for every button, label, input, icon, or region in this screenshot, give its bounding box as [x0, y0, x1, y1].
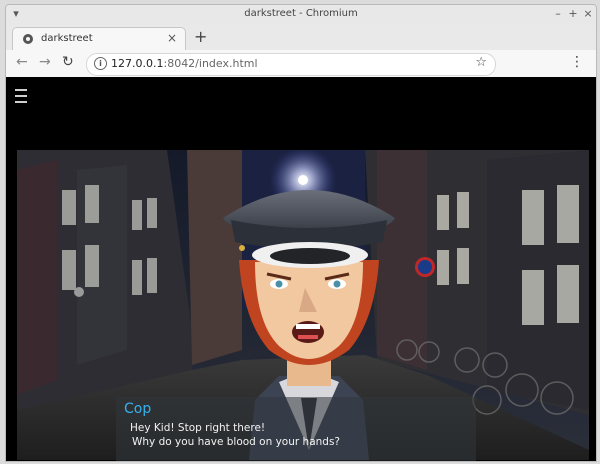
title-bar: ▾ darkstreet - Chromium – + ×: [6, 5, 596, 25]
browser-toolbar: ← → ↻ i 127.0.0.1:8042/index.html ☆ ⋮: [6, 50, 596, 78]
url-rest: :8042/index.html: [163, 57, 258, 70]
close-window-button[interactable]: ×: [582, 7, 594, 20]
info-icon[interactable]: i: [94, 57, 107, 70]
forward-button[interactable]: →: [39, 54, 51, 70]
maximize-button[interactable]: +: [567, 7, 579, 20]
reload-button[interactable]: ↻: [62, 54, 74, 70]
bookmark-star-icon[interactable]: ☆: [475, 55, 487, 70]
url-text: 127.0.0.1:8042/index.html: [111, 57, 258, 70]
tab-close-icon[interactable]: ×: [167, 31, 177, 45]
browser-window: ▾ darkstreet - Chromium – + × darkstreet…: [5, 4, 597, 462]
browser-menu-icon[interactable]: ⋮: [570, 54, 584, 70]
window-title: darkstreet - Chromium: [244, 8, 358, 19]
globe-icon: [23, 34, 33, 44]
hamburger-menu-icon[interactable]: [15, 89, 27, 103]
page-viewport: Cop Hey Kid! Stop right there! Why do yo…: [6, 77, 596, 461]
dialog-line-1: Hey Kid! Stop right there!: [130, 422, 266, 434]
address-bar[interactable]: i 127.0.0.1:8042/index.html ☆: [86, 53, 496, 76]
dialog-line-2: Why do you have blood on your hands?: [132, 436, 340, 448]
speaker-name: Cop: [124, 401, 152, 417]
url-host: 127.0.0.1: [111, 57, 164, 70]
back-button[interactable]: ←: [16, 54, 28, 70]
tab-label: darkstreet: [41, 33, 93, 44]
dialog-box[interactable]: Cop Hey Kid! Stop right there! Why do yo…: [116, 397, 476, 461]
tab-darkstreet[interactable]: darkstreet ×: [12, 27, 186, 51]
minimize-button[interactable]: –: [552, 7, 564, 20]
new-tab-button[interactable]: +: [194, 27, 207, 46]
tab-strip: darkstreet × +: [6, 25, 596, 51]
